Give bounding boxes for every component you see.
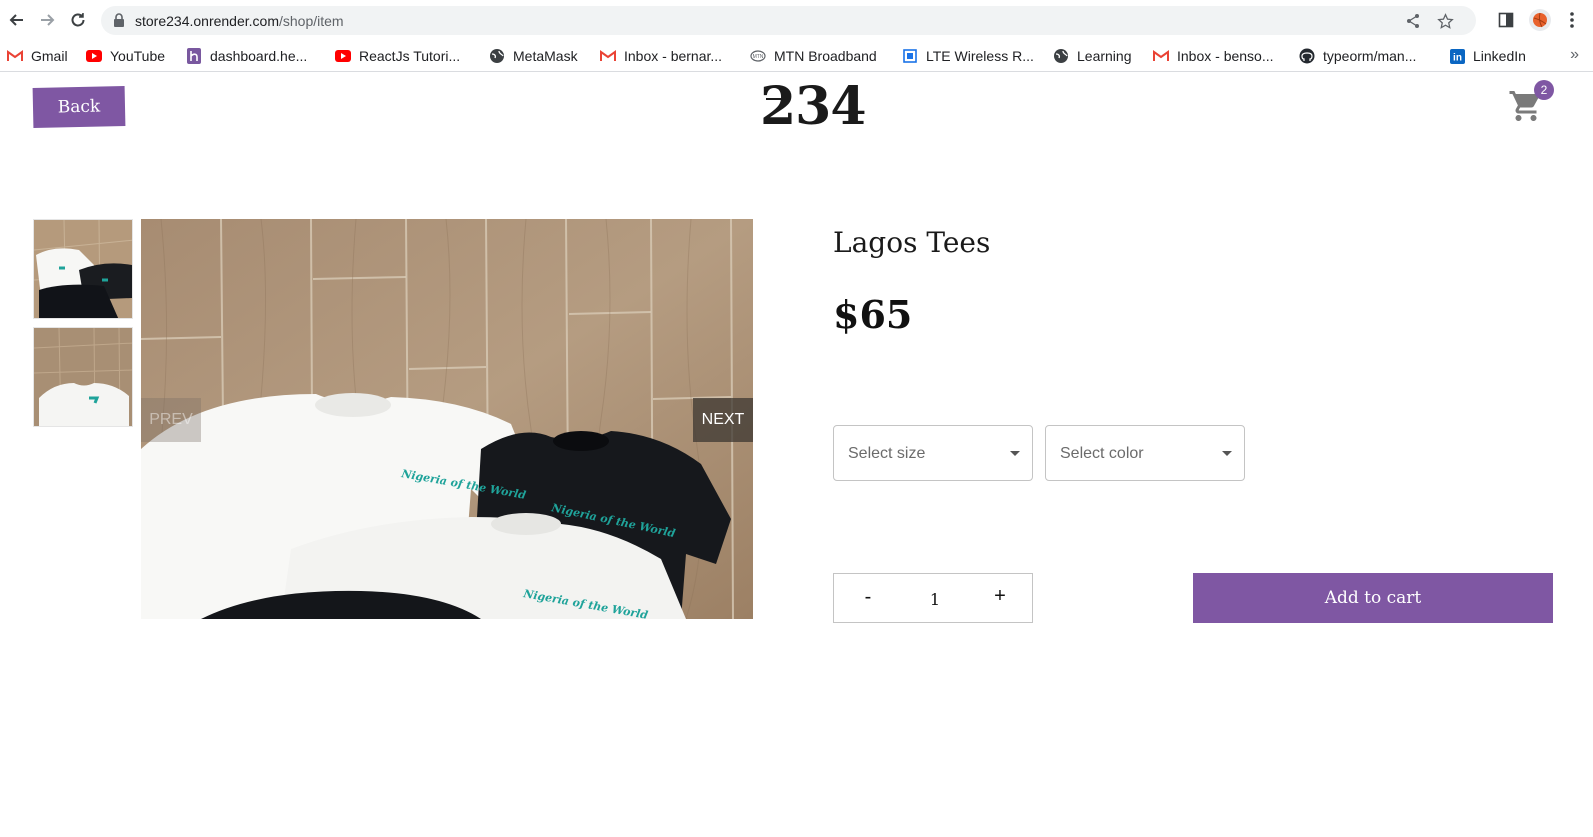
- github-icon: [1299, 48, 1315, 64]
- svg-text:MTN: MTN: [753, 54, 764, 60]
- chevron-down-icon: [1010, 451, 1020, 456]
- reload-icon[interactable]: [67, 9, 89, 31]
- bookmark-inbox-bernard[interactable]: Inbox - bernar...: [600, 46, 722, 66]
- bookmark-metamask[interactable]: MetaMask: [489, 46, 578, 66]
- bookmark-label: LTE Wireless R...: [926, 48, 1034, 64]
- address-bar[interactable]: store234.onrender.com/shop/item: [101, 6, 1476, 35]
- bookmark-mtn[interactable]: MTN MTN Broadband: [750, 46, 877, 66]
- side-panel-icon[interactable]: [1495, 9, 1517, 31]
- bookmark-learning[interactable]: Learning: [1053, 46, 1132, 66]
- forward-arrow-icon[interactable]: [36, 9, 58, 31]
- back-arrow-icon[interactable]: [6, 9, 28, 31]
- youtube-icon: [335, 48, 351, 64]
- decrease-quantity-button[interactable]: -: [854, 586, 882, 610]
- globe-icon: [1053, 48, 1069, 64]
- share-icon[interactable]: [1404, 12, 1422, 30]
- bookmark-label: Learning: [1077, 48, 1132, 64]
- bookmark-label: ReactJs Tutori...: [359, 48, 461, 64]
- color-select[interactable]: Select color: [1045, 425, 1245, 481]
- youtube-icon: [86, 48, 102, 64]
- bookmark-label: YouTube: [110, 48, 166, 64]
- product-title: Lagos Tees: [833, 226, 991, 259]
- bookmark-star-icon[interactable]: [1436, 12, 1454, 30]
- bookmark-typeorm[interactable]: typeorm/man...: [1299, 46, 1416, 66]
- square-icon: [902, 48, 918, 64]
- size-select[interactable]: Select size: [833, 425, 1033, 481]
- bookmark-label: Inbox - benso...: [1177, 48, 1274, 64]
- thumbnail-image-1: [34, 220, 132, 318]
- bookmark-label: Inbox - bernar...: [624, 48, 723, 64]
- bookmark-youtube[interactable]: YouTube: [86, 46, 165, 66]
- bookmark-gmail[interactable]: Gmail: [7, 46, 68, 66]
- bookmark-label: MTN Broadband: [774, 48, 877, 64]
- bookmarks-overflow-button[interactable]: »: [1570, 46, 1579, 64]
- bookmark-linkedin[interactable]: in LinkedIn: [1449, 46, 1526, 66]
- site-logo[interactable]: 234: [760, 76, 867, 137]
- linkedin-icon: in: [1449, 48, 1465, 64]
- profile-avatar-icon[interactable]: [1529, 9, 1551, 31]
- product-thumbnail-2[interactable]: [33, 327, 133, 427]
- mtn-icon: MTN: [750, 48, 766, 64]
- browser-toolbar: store234.onrender.com/shop/item: [0, 0, 1593, 41]
- quantity-value[interactable]: 1: [920, 590, 950, 609]
- back-button[interactable]: Back: [32, 86, 126, 128]
- bookmark-label: typeorm/man...: [1323, 48, 1417, 64]
- increase-quantity-button[interactable]: +: [986, 585, 1014, 609]
- bookmark-dashboard[interactable]: dashboard.he...: [186, 46, 307, 66]
- carousel-prev-button[interactable]: PREV: [141, 398, 201, 442]
- bookmark-label: LinkedIn: [1473, 48, 1526, 64]
- url-path: /shop/item: [278, 13, 344, 29]
- bookmark-label: dashboard.he...: [210, 48, 308, 64]
- url-text: store234.onrender.com/shop/item: [135, 13, 344, 29]
- globe-icon: [489, 48, 505, 64]
- kebab-menu-icon[interactable]: [1561, 9, 1583, 31]
- quantity-stepper: - 1 +: [833, 573, 1033, 623]
- color-select-placeholder: Select color: [1060, 445, 1144, 462]
- gmail-icon: [7, 48, 23, 64]
- product-price: $65: [833, 292, 913, 337]
- product-main-image: Nigeria of the World Nigeria of the Worl…: [141, 219, 753, 619]
- lock-icon: [113, 13, 125, 32]
- bookmark-reactjs[interactable]: ReactJs Tutori...: [335, 46, 460, 66]
- heroku-icon: [186, 48, 202, 64]
- url-host: store234.onrender.com: [135, 13, 279, 29]
- thumbnail-image-2: [34, 328, 132, 426]
- size-select-placeholder: Select size: [848, 445, 926, 462]
- product-thumbnail-1[interactable]: [33, 219, 133, 319]
- gmail-icon: [1153, 48, 1169, 64]
- add-to-cart-button[interactable]: Add to cart: [1193, 573, 1553, 623]
- carousel-next-button[interactable]: NEXT: [693, 398, 753, 442]
- bookmark-label: Gmail: [31, 48, 68, 64]
- svg-text:in: in: [1453, 52, 1462, 63]
- bookmark-label: MetaMask: [513, 48, 578, 64]
- chevron-down-icon: [1222, 451, 1232, 456]
- bookmark-inbox-benson[interactable]: Inbox - benso...: [1153, 46, 1274, 66]
- bookmark-lte[interactable]: LTE Wireless R...: [902, 46, 1034, 66]
- logo-naira-stroke: [766, 98, 786, 100]
- bookmarks-bar: Gmail YouTube dashboard.he... ReactJs Tu…: [0, 41, 1593, 72]
- gmail-icon: [600, 48, 616, 64]
- cart-count-badge: 2: [1534, 80, 1554, 100]
